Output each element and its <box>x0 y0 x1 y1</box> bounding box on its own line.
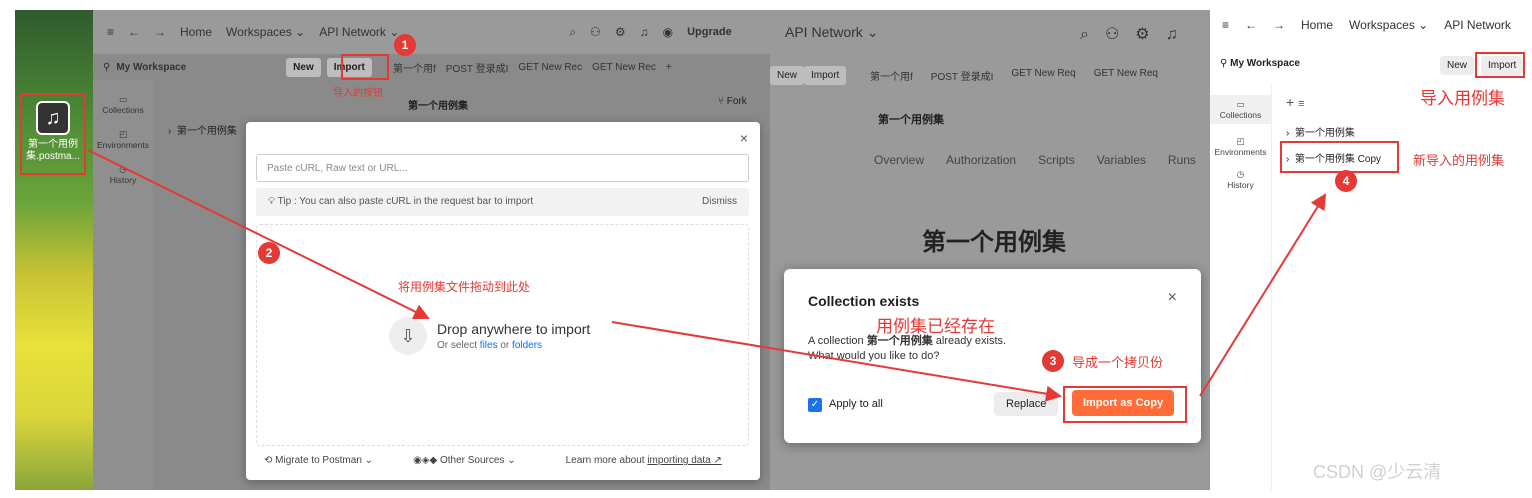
arrow-to-copy-item <box>1199 193 1327 397</box>
arrow-to-drop-zone <box>87 149 430 319</box>
watermark: CSDN @少云清 <box>1313 462 1442 482</box>
arrow-to-import-copy <box>611 321 1062 402</box>
annotation-arrows <box>87 149 1327 402</box>
